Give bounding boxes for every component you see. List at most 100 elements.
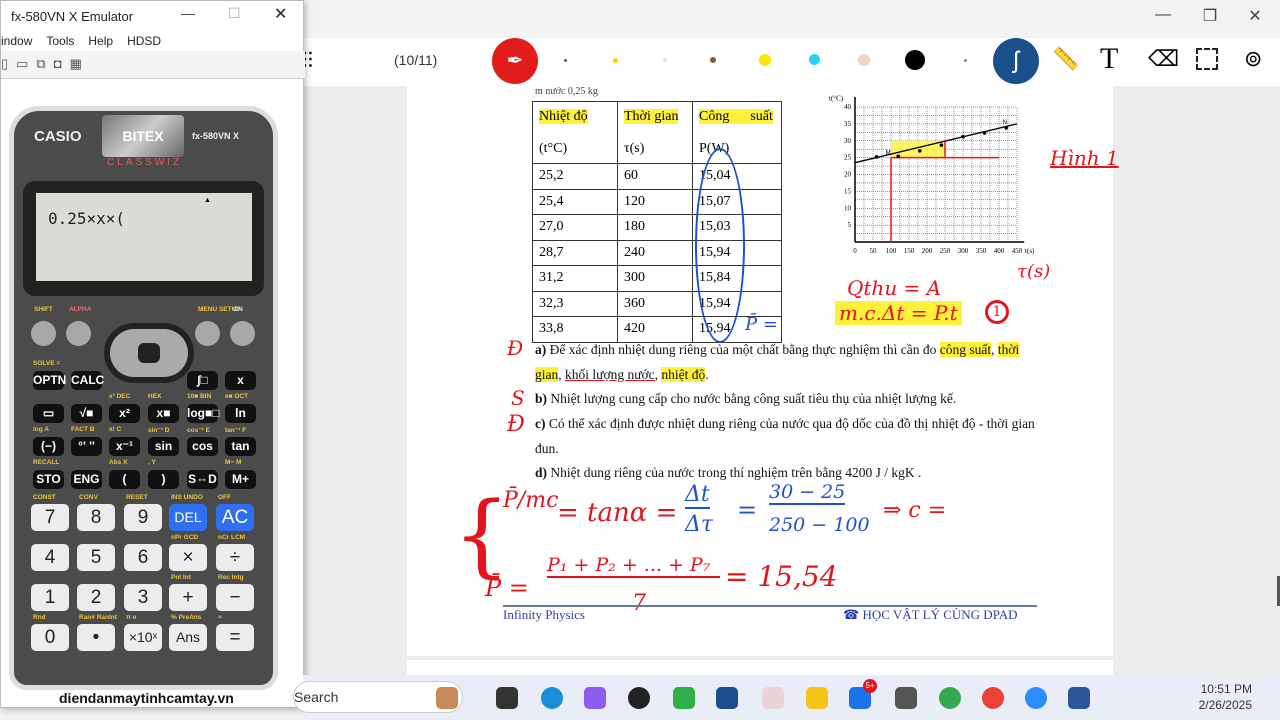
copilot-icon[interactable] [584, 687, 606, 709]
emu-toolbar-icons[interactable]: ▯▭⧉◘▦ [1, 51, 305, 79]
key-AC[interactable]: AC [216, 504, 254, 531]
key-1-1[interactable]: √■ [71, 404, 102, 423]
key-3-1[interactable]: ENG [71, 470, 102, 489]
zoom-icon[interactable] [1025, 687, 1047, 709]
pen-tool-icon[interactable]: ✒ [492, 38, 538, 84]
key-3-4[interactable]: S⇔D [187, 470, 218, 489]
key-0[interactable]: 0 [31, 624, 69, 651]
key-0-5[interactable]: x [225, 371, 256, 390]
text-tool-icon[interactable]: T [1100, 42, 1118, 76]
minimize-button[interactable]: — [1148, 6, 1178, 24]
file-explorer-icon[interactable] [806, 687, 828, 709]
x-tick-label: 400 [994, 247, 1005, 255]
dpad[interactable] [104, 323, 194, 383]
restore-button[interactable]: ❐ [1195, 6, 1225, 26]
menu-tools[interactable]: Tools [46, 34, 74, 48]
color-swatch[interactable] [710, 57, 716, 63]
chrome-profile-2-icon[interactable] [982, 687, 1004, 709]
emulator-window: fx-580VN X Emulator — ☐ ✕ indow Tools Help… [0, 0, 305, 708]
calculator-emulator-icon[interactable] [895, 687, 917, 709]
emu-close-button[interactable]: ✕ [274, 4, 287, 24]
obs-icon[interactable] [628, 687, 650, 709]
key-0-4[interactable]: ∫□ [187, 371, 218, 390]
key-7[interactable]: 7 [31, 504, 69, 531]
word-icon[interactable] [1068, 687, 1090, 709]
clock[interactable]: 10:51 PM 2/26/2025 [1199, 681, 1252, 713]
key-1-0[interactable]: ▭ [33, 404, 64, 423]
key-0-0[interactable]: OPTN [33, 371, 66, 390]
key-2-1[interactable]: °' '' [71, 437, 102, 456]
paint-splash-icon[interactable] [716, 687, 738, 709]
key-Ans[interactable]: Ans [169, 624, 207, 651]
menu-hdsd[interactable]: HDSD [127, 34, 161, 48]
color-swatch[interactable] [759, 54, 771, 66]
table-cell: 120 [617, 188, 693, 215]
key-5[interactable]: 5 [77, 544, 115, 571]
color-swatch[interactable] [809, 54, 820, 65]
document-area: m nước 0,25 kg Nhiệt độ (t°C) Thời gian τ(… [303, 86, 1280, 680]
eq1-lhs: P̄/mc [503, 488, 559, 513]
key-÷[interactable]: ÷ [216, 544, 254, 571]
camtasia-icon[interactable] [673, 687, 695, 709]
key-1-4[interactable]: log■□ [187, 404, 220, 423]
edge-icon[interactable] [541, 687, 563, 709]
key-shift-label: OFF [218, 494, 231, 501]
color-swatch[interactable] [663, 58, 667, 62]
color-swatch[interactable] [905, 50, 925, 70]
color-swatch[interactable] [564, 59, 567, 62]
key-2-5[interactable]: tan [225, 437, 256, 456]
widgets-icon[interactable] [436, 687, 458, 709]
key-4[interactable]: 4 [31, 544, 69, 571]
chrome-profile-d-icon[interactable] [939, 687, 961, 709]
whiteboard-toolbar: ⫶⫶ (10/11) ✒ ʃ 📏 T ⌫ ⊚ [300, 38, 1280, 86]
eq1-equals: = [737, 496, 758, 524]
key-8[interactable]: 8 [77, 504, 115, 531]
key-3-5[interactable]: M+ [225, 470, 256, 489]
app-keys-icon[interactable] [762, 687, 784, 709]
smooth-pen-icon[interactable]: ʃ [993, 38, 1039, 84]
key-2-4[interactable]: cos [187, 437, 218, 456]
emu-minimize-button[interactable]: — [181, 5, 195, 21]
key-1-2[interactable]: x² [109, 404, 140, 423]
key-3-0[interactable]: STO [33, 470, 64, 489]
key-1-5[interactable]: ln [225, 404, 256, 423]
key-3-2[interactable]: ( [109, 470, 140, 489]
key-2-2[interactable]: x⁻¹ [109, 437, 140, 456]
close-button[interactable]: ✕ [1240, 6, 1270, 26]
emu-maximize-button[interactable]: ☐ [228, 5, 241, 22]
key-=[interactable]: = [216, 624, 254, 651]
key-6[interactable]: 6 [124, 544, 162, 571]
key-1[interactable]: 1 [31, 584, 69, 611]
key-shift-label: x! C [109, 426, 122, 433]
key-DEL[interactable]: DEL [169, 504, 207, 531]
ruler-icon[interactable]: 📏 [1052, 46, 1079, 72]
key-2[interactable]: 2 [77, 584, 115, 611]
key-2-3[interactable]: sin [148, 437, 179, 456]
key-menu-setup[interactable] [195, 321, 220, 346]
color-swatch[interactable] [858, 54, 870, 66]
eraser-icon[interactable]: ⌫ [1148, 46, 1179, 72]
table-cell: 28,7 [532, 239, 618, 266]
key-1-3[interactable]: x■ [148, 404, 179, 423]
select-icon[interactable] [1196, 48, 1218, 70]
key-3-3[interactable]: ) [148, 470, 179, 489]
key-shift-label: cos⁻¹ E [187, 427, 210, 434]
menu-help[interactable]: Help [88, 34, 113, 48]
key-0-1[interactable]: CALC [71, 371, 104, 390]
key-•[interactable]: • [77, 624, 115, 651]
key-2-0[interactable]: (−) [33, 437, 64, 456]
key-×10ˣ[interactable]: ×10ˣ [124, 624, 162, 651]
key-shift[interactable] [31, 321, 56, 346]
task-view-icon[interactable] [496, 687, 518, 709]
key-−[interactable]: − [216, 584, 254, 611]
view-icon[interactable]: ⊚ [1244, 46, 1262, 72]
key-on[interactable] [230, 321, 255, 346]
key-9[interactable]: 9 [124, 504, 162, 531]
key-3[interactable]: 3 [124, 584, 162, 611]
key-×[interactable]: × [169, 544, 207, 571]
key-+[interactable]: + [169, 584, 207, 611]
color-swatch[interactable] [964, 59, 967, 62]
menu-window[interactable]: indow [1, 34, 32, 48]
color-swatch[interactable] [613, 58, 618, 63]
key-alpha[interactable] [66, 321, 91, 346]
